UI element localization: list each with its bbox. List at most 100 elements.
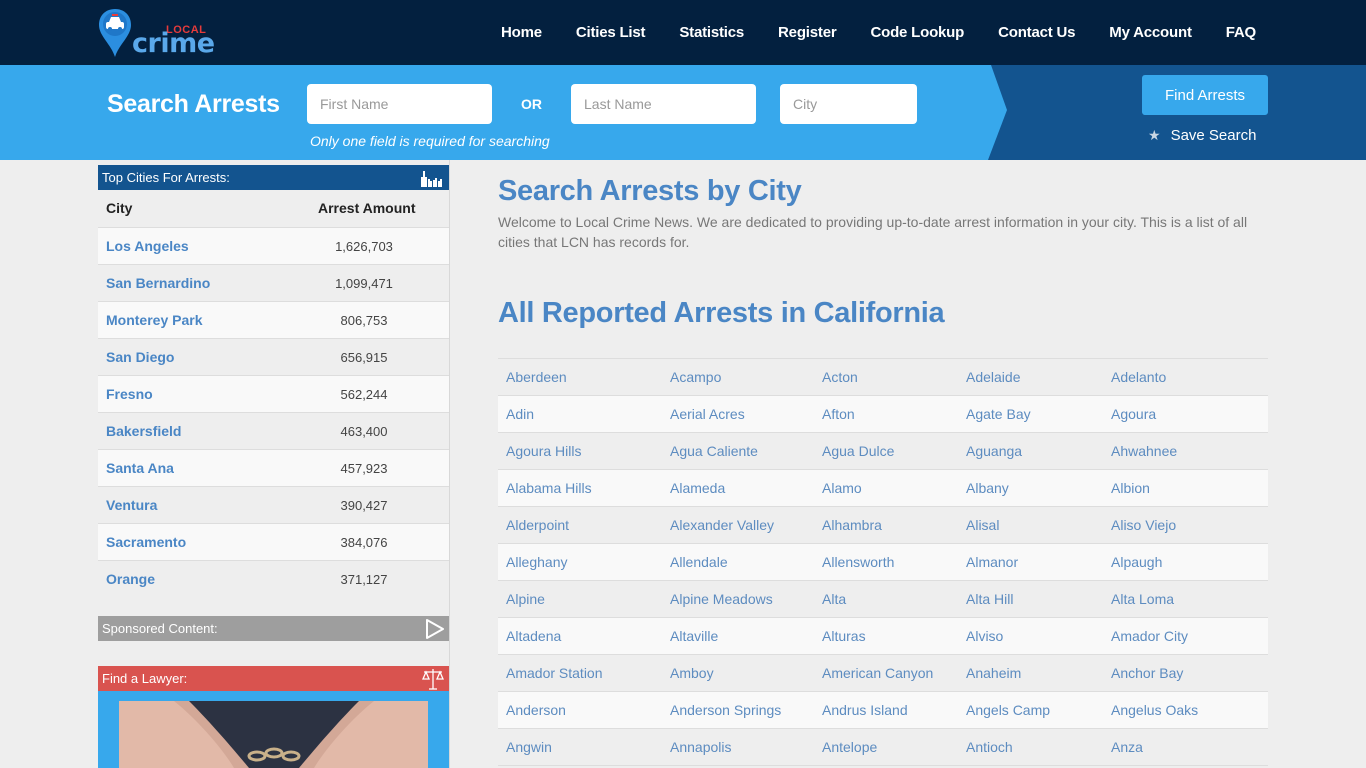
city-link[interactable]: Afton: [822, 406, 855, 422]
city-link[interactable]: Alameda: [670, 480, 725, 496]
nav-contact-us[interactable]: Contact Us: [998, 24, 1075, 41]
city-link[interactable]: Amboy: [670, 665, 714, 681]
city-link[interactable]: Annapolis: [670, 739, 732, 755]
city-link[interactable]: Santa Ana: [106, 460, 174, 476]
city-link[interactable]: Adin: [506, 406, 534, 422]
table-row: Altadena Altaville Alturas Alviso Amador Cit…: [498, 618, 1268, 655]
city-link[interactable]: Agua Caliente: [670, 443, 758, 459]
city-link[interactable]: Albany: [966, 480, 1009, 496]
last-name-input[interactable]: [571, 84, 756, 124]
table-row: Adin Aerial Acres Afton Agate Bay Agoura: [498, 396, 1268, 433]
nav-faq[interactable]: FAQ: [1226, 24, 1256, 41]
find-arrests-button[interactable]: Find Arrests: [1142, 75, 1268, 115]
city-link[interactable]: Anaheim: [966, 665, 1021, 681]
city-link[interactable]: Aliso Viejo: [1111, 517, 1176, 533]
top-cities-table: Los Angeles 1,626,703 San Bernardino 1,099…: [98, 227, 449, 597]
city-link[interactable]: Andrus Island: [822, 702, 908, 718]
city-link[interactable]: Anderson Springs: [670, 702, 781, 718]
city-link[interactable]: Agoura Hills: [506, 443, 581, 459]
city-link[interactable]: Alisal: [966, 517, 999, 533]
table-row: Agoura Hills Agua Caliente Agua Dulce Aguan…: [498, 433, 1268, 470]
nav-register[interactable]: Register: [778, 24, 837, 41]
save-search-link[interactable]: ★ Save Search: [1148, 127, 1256, 144]
city-link[interactable]: Alviso: [966, 628, 1003, 644]
table-row: Monterey Park 806,753: [98, 301, 449, 338]
table-row: Alleghany Allendale Allensworth Almanor Alpa…: [498, 544, 1268, 581]
police-car-pin-icon: [99, 9, 131, 57]
city-input[interactable]: [780, 84, 917, 124]
city-link[interactable]: Aerial Acres: [670, 406, 745, 422]
star-icon: ★: [1148, 127, 1161, 143]
find-lawyer-ad[interactable]: [98, 691, 449, 768]
city-link[interactable]: Allensworth: [822, 554, 894, 570]
state-title: All Reported Arrests in California: [498, 297, 945, 329]
scales-of-justice-icon: [422, 669, 444, 690]
sponsored-title: Sponsored Content:: [102, 621, 218, 636]
city-link[interactable]: Ahwahnee: [1111, 443, 1177, 459]
city-link[interactable]: Bakersfield: [106, 423, 181, 439]
handcuffs-image: [119, 701, 428, 768]
city-link[interactable]: Alpine Meadows: [670, 591, 773, 607]
nav-code-lookup[interactable]: Code Lookup: [870, 24, 964, 41]
top-cities-header: Top Cities For Arrests:: [98, 165, 449, 190]
city-link[interactable]: Alta Hill: [966, 591, 1013, 607]
city-link[interactable]: Monterey Park: [106, 312, 202, 328]
table-row: Sacramento 384,076: [98, 523, 449, 560]
city-link[interactable]: Alamo: [822, 480, 862, 496]
city-link[interactable]: Almanor: [966, 554, 1018, 570]
city-link[interactable]: Alleghany: [506, 554, 568, 570]
nav-statistics[interactable]: Statistics: [679, 24, 744, 41]
city-link[interactable]: Anchor Bay: [1111, 665, 1183, 681]
city-link[interactable]: Allendale: [670, 554, 728, 570]
city-link[interactable]: Amador Station: [506, 665, 603, 681]
city-link[interactable]: Amador City: [1111, 628, 1188, 644]
city-link[interactable]: Fresno: [106, 386, 153, 402]
city-link[interactable]: Altaville: [670, 628, 718, 644]
city-link[interactable]: Anza: [1111, 739, 1143, 755]
city-link[interactable]: Adelanto: [1111, 369, 1166, 385]
search-hint: Only one field is required for searching: [310, 133, 550, 149]
city-link[interactable]: Agoura: [1111, 406, 1156, 422]
city-link[interactable]: Alexander Valley: [670, 517, 774, 533]
nav-cities-list[interactable]: Cities List: [576, 24, 646, 41]
city-link[interactable]: Alderpoint: [506, 517, 569, 533]
city-link[interactable]: Angwin: [506, 739, 552, 755]
city-link[interactable]: Angels Camp: [966, 702, 1050, 718]
city-link[interactable]: Alturas: [822, 628, 866, 644]
nav-my-account[interactable]: My Account: [1109, 24, 1192, 41]
city-link[interactable]: Alpine: [506, 591, 545, 607]
city-link[interactable]: Aguanga: [966, 443, 1022, 459]
city-link[interactable]: Anderson: [506, 702, 566, 718]
city-link[interactable]: Alta Loma: [1111, 591, 1174, 607]
first-name-input[interactable]: [307, 84, 492, 124]
site-logo[interactable]: LOCAL crime news: [98, 8, 293, 86]
find-lawyer-header: Find a Lawyer:: [98, 666, 449, 691]
city-link[interactable]: Antioch: [966, 739, 1013, 755]
city-link[interactable]: Sacramento: [106, 534, 186, 550]
city-link[interactable]: Altadena: [506, 628, 561, 644]
city-link[interactable]: Acton: [822, 369, 858, 385]
city-link[interactable]: Agate Bay: [966, 406, 1031, 422]
nav-home[interactable]: Home: [501, 24, 542, 41]
city-link[interactable]: Ventura: [106, 497, 157, 513]
city-link[interactable]: Angelus Oaks: [1111, 702, 1198, 718]
city-link[interactable]: Alpaugh: [1111, 554, 1162, 570]
city-link[interactable]: San Diego: [106, 349, 174, 365]
city-link[interactable]: Los Angeles: [106, 238, 189, 254]
intro-text: Welcome to Local Crime News. We are dedi…: [498, 214, 1248, 250]
city-link[interactable]: American Canyon: [822, 665, 933, 681]
city-link[interactable]: Antelope: [822, 739, 877, 755]
city-link[interactable]: Acampo: [670, 369, 721, 385]
city-link[interactable]: Orange: [106, 571, 155, 587]
city-link[interactable]: San Bernardino: [106, 275, 210, 291]
city-link[interactable]: Alhambra: [822, 517, 882, 533]
city-link[interactable]: Agua Dulce: [822, 443, 894, 459]
city-link[interactable]: Alta: [822, 591, 846, 607]
city-link[interactable]: Alabama Hills: [506, 480, 592, 496]
table-row: Alpine Alpine Meadows Alta Alta Hill Alta Lo…: [498, 581, 1268, 618]
arrest-amount: 1,099,471: [335, 276, 393, 291]
city-link[interactable]: Albion: [1111, 480, 1150, 496]
city-link[interactable]: Aberdeen: [506, 369, 567, 385]
city-link[interactable]: Adelaide: [966, 369, 1021, 385]
table-row: Fresno 562,244: [98, 375, 449, 412]
